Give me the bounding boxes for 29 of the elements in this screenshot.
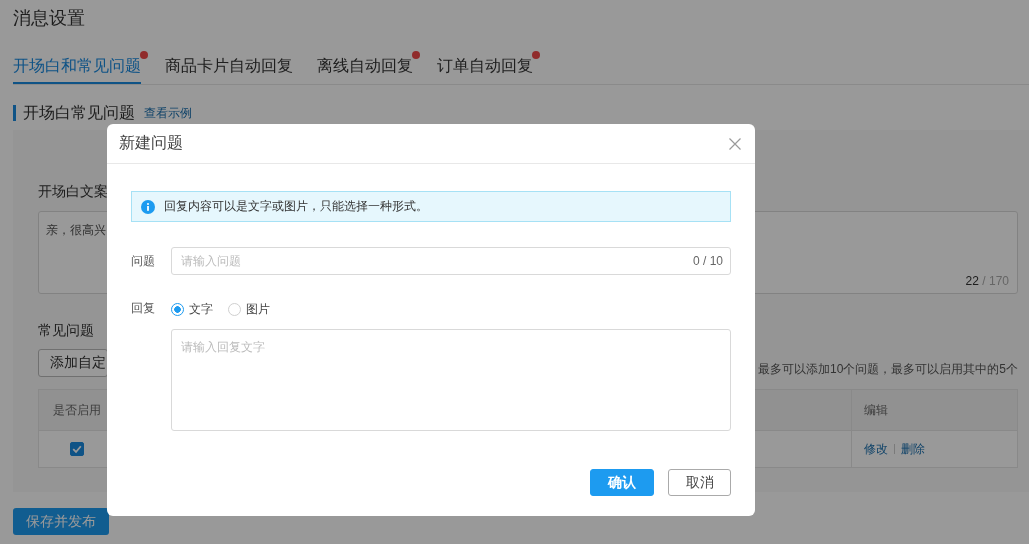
info-icon	[141, 199, 155, 214]
tab[interactable]: 离线自动回复	[317, 48, 413, 84]
radio-icon[interactable]	[171, 302, 184, 316]
radio-icon[interactable]	[228, 302, 241, 316]
cancel-button[interactable]: 取消	[668, 469, 731, 496]
header-cell: 编辑	[864, 401, 888, 419]
action-link[interactable]: 修改	[864, 440, 888, 458]
example-link[interactable]: 查看示例	[144, 104, 192, 122]
greeting-text: 亲，很高兴	[46, 224, 106, 236]
char-counter: 0 / 10	[692, 254, 723, 268]
close-icon[interactable]	[729, 137, 741, 150]
alert-text: 回复内容可以是文字或图片，只能选择一种形式。	[164, 198, 428, 215]
add-question-button[interactable]: 添加自定	[38, 349, 108, 377]
question-label: 问题	[131, 252, 156, 270]
page-title: 消息设置	[13, 7, 85, 30]
reply-label: 回复	[131, 300, 156, 316]
section-title: 开场白常见问题	[13, 105, 135, 121]
header-cell: 是否启用	[53, 401, 101, 419]
tab[interactable]: 商品卡片自动回复	[165, 48, 293, 84]
dialog-title: 新建问题	[119, 133, 183, 153]
action-link[interactable]: 删除	[901, 440, 925, 458]
reply-textarea[interactable]: 请输入回复文字	[171, 329, 731, 431]
greeting-label: 开场白文案	[38, 183, 108, 201]
checkbox[interactable]	[70, 442, 84, 456]
tab[interactable]: 订单自动回复	[437, 48, 533, 84]
reply-type-option[interactable]: 图片	[228, 300, 270, 318]
faq-label: 常见问题	[38, 321, 94, 340]
limit-note: 最多可以添加10个问题，最多可以启用其中的5个	[757, 361, 1018, 377]
reply-type-option[interactable]: 文字	[171, 300, 213, 318]
